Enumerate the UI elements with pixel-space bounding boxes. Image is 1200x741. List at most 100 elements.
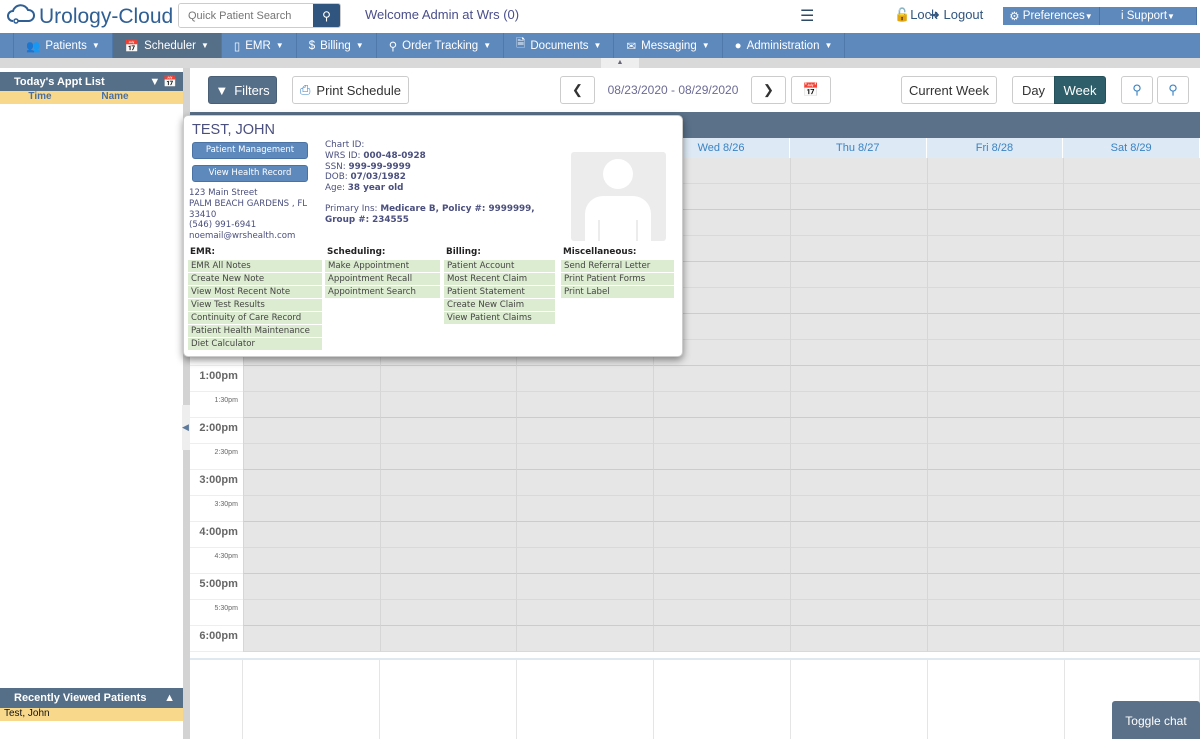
time-slot-cell[interactable] bbox=[789, 600, 927, 626]
time-slot-cell[interactable] bbox=[242, 418, 380, 444]
time-slot-cell[interactable] bbox=[653, 470, 790, 496]
popup-link[interactable]: Print Patient Forms bbox=[561, 273, 674, 285]
time-slot-cell[interactable] bbox=[516, 548, 654, 574]
time-slot-cell[interactable] bbox=[1063, 444, 1200, 470]
time-slot-cell[interactable] bbox=[1063, 522, 1200, 548]
time-slot-cell[interactable] bbox=[242, 626, 380, 652]
date-picker-button[interactable]: 📅 bbox=[791, 76, 831, 104]
time-slot-cell[interactable] bbox=[379, 418, 517, 444]
time-slot-cell[interactable] bbox=[379, 444, 517, 470]
nav-messaging[interactable]: ✉ Messaging ▼ bbox=[613, 33, 721, 58]
time-slot-cell[interactable] bbox=[242, 444, 380, 470]
time-slot-cell[interactable] bbox=[516, 392, 654, 418]
time-slot-cell[interactable] bbox=[653, 522, 790, 548]
logout-button[interactable]: ➜ Logout bbox=[929, 7, 983, 23]
time-slot-cell[interactable] bbox=[1063, 496, 1200, 522]
time-slot-cell[interactable] bbox=[789, 184, 927, 210]
collapse-sidebar-icon[interactable]: ◀ bbox=[182, 405, 190, 450]
time-slot-cell[interactable] bbox=[926, 600, 1064, 626]
time-slot-cell[interactable] bbox=[1063, 626, 1200, 652]
time-slot-cell[interactable] bbox=[1063, 184, 1200, 210]
search-input[interactable] bbox=[179, 4, 313, 27]
day-header-sat[interactable]: Sat 8/29 bbox=[1063, 138, 1200, 158]
time-slot-cell[interactable] bbox=[379, 522, 517, 548]
zoom-out-button[interactable]: ⚲ bbox=[1121, 76, 1153, 104]
nav-documents[interactable]: 🗎 Documents ▼ bbox=[503, 33, 613, 58]
popup-link[interactable]: Patient Account bbox=[444, 260, 555, 272]
time-slot-cell[interactable] bbox=[789, 522, 927, 548]
time-slot-cell[interactable] bbox=[242, 366, 380, 392]
time-slot-cell[interactable] bbox=[789, 444, 927, 470]
time-slot-cell[interactable] bbox=[926, 314, 1064, 340]
time-slot-cell[interactable] bbox=[516, 600, 654, 626]
current-week-button[interactable]: Current Week bbox=[901, 76, 997, 104]
time-slot-cell[interactable] bbox=[1063, 470, 1200, 496]
week-view-button[interactable]: Week bbox=[1054, 76, 1106, 104]
day-header-thu[interactable]: Thu 8/27 bbox=[790, 138, 927, 158]
popup-link[interactable]: Appointment Search bbox=[325, 286, 440, 298]
time-slot-cell[interactable] bbox=[789, 626, 927, 652]
nav-emr[interactable]: ▯ EMR ▼ bbox=[220, 33, 296, 58]
time-slot-cell[interactable] bbox=[1063, 314, 1200, 340]
popup-link[interactable]: Patient Health Maintenance bbox=[188, 325, 322, 337]
support-menu[interactable]: i Support ▼ bbox=[1100, 7, 1197, 25]
time-slot-cell[interactable] bbox=[242, 470, 380, 496]
time-slot-cell[interactable] bbox=[789, 158, 927, 184]
time-slot-cell[interactable] bbox=[516, 444, 654, 470]
time-slot-cell[interactable] bbox=[1063, 392, 1200, 418]
time-slot-cell[interactable] bbox=[926, 184, 1064, 210]
filters-button[interactable]: ▼ Filters bbox=[208, 76, 277, 104]
time-slot-cell[interactable] bbox=[516, 496, 654, 522]
preferences-menu[interactable]: ⚙ Preferences ▼ bbox=[1003, 7, 1100, 25]
time-slot-cell[interactable] bbox=[789, 366, 927, 392]
next-week-button[interactable]: ❯ bbox=[751, 76, 786, 104]
day-view-button[interactable]: Day bbox=[1012, 76, 1055, 104]
calendar-icon[interactable]: 📅 bbox=[163, 76, 177, 88]
prev-week-button[interactable]: ❮ bbox=[560, 76, 595, 104]
time-slot-cell[interactable] bbox=[926, 574, 1064, 600]
popup-link[interactable]: Diet Calculator bbox=[188, 338, 322, 350]
time-slot-cell[interactable] bbox=[653, 626, 790, 652]
popup-link[interactable]: View Most Recent Note bbox=[188, 286, 322, 298]
time-slot-cell[interactable] bbox=[379, 470, 517, 496]
popup-link[interactable]: Patient Statement bbox=[444, 286, 555, 298]
popup-link[interactable]: Appointment Recall bbox=[325, 273, 440, 285]
recently-viewed-header[interactable]: Recently Viewed Patients ▲ bbox=[0, 688, 183, 708]
time-slot-cell[interactable] bbox=[1063, 158, 1200, 184]
time-slot-cell[interactable] bbox=[789, 340, 927, 366]
nav-billing[interactable]: $ Billing ▼ bbox=[295, 33, 376, 58]
popup-link[interactable]: Create New Claim bbox=[444, 299, 555, 311]
time-slot-cell[interactable] bbox=[1063, 574, 1200, 600]
time-slot-cell[interactable] bbox=[653, 600, 790, 626]
time-slot-cell[interactable] bbox=[516, 366, 654, 392]
time-slot-cell[interactable] bbox=[242, 496, 380, 522]
time-slot-cell[interactable] bbox=[516, 470, 654, 496]
time-slot-cell[interactable] bbox=[926, 366, 1064, 392]
time-slot-cell[interactable] bbox=[242, 600, 380, 626]
time-slot-cell[interactable] bbox=[926, 288, 1064, 314]
time-slot-cell[interactable] bbox=[516, 626, 654, 652]
nav-order-tracking[interactable]: ⚲ Order Tracking ▼ bbox=[375, 33, 503, 58]
time-slot-cell[interactable] bbox=[789, 288, 927, 314]
time-slot-cell[interactable] bbox=[926, 158, 1064, 184]
time-slot-cell[interactable] bbox=[1063, 210, 1200, 236]
search-button[interactable]: ⚲ bbox=[313, 4, 340, 27]
time-slot-cell[interactable] bbox=[516, 418, 654, 444]
time-slot-cell[interactable] bbox=[516, 574, 654, 600]
time-slot-cell[interactable] bbox=[379, 574, 517, 600]
popup-link[interactable]: Most Recent Claim bbox=[444, 273, 555, 285]
collapse-nav-toggle[interactable]: ▲ bbox=[601, 58, 639, 68]
time-slot-cell[interactable] bbox=[1063, 600, 1200, 626]
time-slot-cell[interactable] bbox=[926, 210, 1064, 236]
time-slot-cell[interactable] bbox=[1063, 340, 1200, 366]
day-header-fri[interactable]: Fri 8/28 bbox=[927, 138, 1064, 158]
time-slot-cell[interactable] bbox=[926, 340, 1064, 366]
time-slot-cell[interactable] bbox=[379, 626, 517, 652]
time-slot-cell[interactable] bbox=[926, 392, 1064, 418]
zoom-in-button[interactable]: ⚲ bbox=[1157, 76, 1189, 104]
time-slot-cell[interactable] bbox=[926, 522, 1064, 548]
app-logo[interactable]: Urology-Cloud bbox=[6, 3, 173, 31]
time-slot-cell[interactable] bbox=[653, 392, 790, 418]
time-slot-cell[interactable] bbox=[789, 314, 927, 340]
time-slot-cell[interactable] bbox=[926, 418, 1064, 444]
